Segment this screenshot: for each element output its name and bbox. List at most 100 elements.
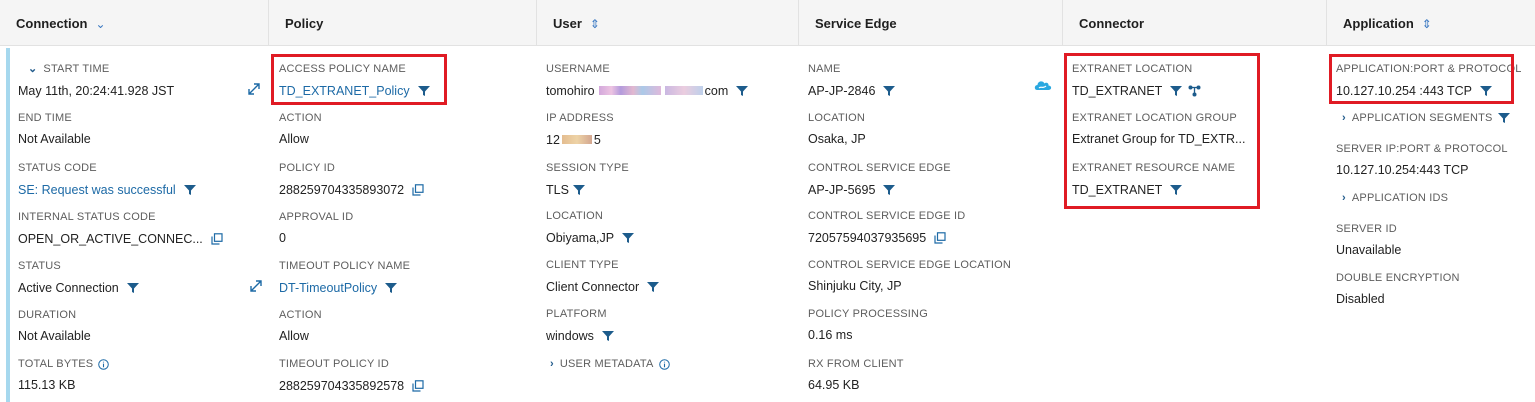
control-service-edge-location-value: Shinjuku City, JP bbox=[808, 279, 902, 293]
redacted-text bbox=[664, 86, 703, 96]
filter-icon[interactable] bbox=[601, 330, 614, 342]
field-label: USERNAME bbox=[546, 63, 610, 75]
duration-value: Not Available bbox=[18, 329, 91, 343]
filter-icon[interactable] bbox=[183, 184, 196, 196]
filter-icon[interactable] bbox=[572, 184, 585, 196]
end-time-field: END TIME Not Available bbox=[18, 111, 91, 147]
column-header-service-edge[interactable]: Service Edge bbox=[799, 0, 1063, 46]
field-label: CONTROL SERVICE EDGE LOCATION bbox=[808, 259, 1012, 271]
field-label: ACTION bbox=[279, 112, 322, 124]
column-header-application[interactable]: Application ⇕ bbox=[1327, 0, 1535, 46]
filter-icon[interactable] bbox=[385, 282, 398, 294]
internal-status-code-value: OPEN_OR_ACTIVE_CONNEC... bbox=[18, 231, 203, 246]
field-label: SERVER ID bbox=[1336, 223, 1397, 235]
field-label: DOUBLE ENCRYPTION bbox=[1336, 272, 1460, 284]
copy-icon[interactable] bbox=[934, 231, 946, 244]
control-service-edge-id-value: 72057594037935695 bbox=[808, 230, 927, 245]
policy-id-value: 288259704335893072 bbox=[279, 182, 405, 197]
control-service-edge-value: AP-JP-5695 bbox=[808, 182, 876, 197]
copy-icon[interactable] bbox=[412, 183, 424, 196]
app-ids-toggle[interactable]: › APPLICATION IDS bbox=[1342, 191, 1448, 205]
chevron-right-icon: › bbox=[1342, 192, 1346, 204]
action2-field: ACTION Allow bbox=[279, 308, 322, 344]
field-label: SERVER IP:PORT & PROTOCOL bbox=[1336, 143, 1508, 155]
platform-field: PLATFORM windows bbox=[546, 307, 614, 343]
filter-icon[interactable] bbox=[126, 282, 139, 294]
filter-icon[interactable] bbox=[1497, 112, 1510, 124]
server-id-value: Unavailable bbox=[1336, 243, 1402, 257]
se-name-field: NAME AP-JP-2846 bbox=[808, 62, 896, 98]
status-code-field: STATUS CODE SE: Request was successful bbox=[18, 161, 196, 197]
field-label: END TIME bbox=[18, 112, 72, 124]
expand-icon[interactable] bbox=[250, 279, 262, 297]
field-label: STATUS CODE bbox=[18, 162, 97, 174]
client-type-value: Client Connector bbox=[546, 279, 640, 294]
field-label: APPROVAL ID bbox=[279, 211, 354, 223]
field-label: CONTROL SERVICE EDGE bbox=[808, 162, 951, 174]
column-header-label: Service Edge bbox=[815, 16, 897, 31]
timeout-policy-name-link[interactable]: DT-TimeoutPolicy bbox=[279, 280, 377, 296]
field-label: TIMEOUT POLICY ID bbox=[279, 358, 389, 370]
field-label: APPLICATION IDS bbox=[1351, 192, 1449, 204]
policy-processing-value: 0.16 ms bbox=[808, 328, 853, 342]
ip-suffix: 5 bbox=[593, 132, 601, 147]
filter-icon[interactable] bbox=[883, 85, 896, 97]
column-header-policy[interactable]: Policy bbox=[269, 0, 537, 46]
user-metadata-toggle[interactable]: › USER METADATA bbox=[546, 357, 670, 371]
sort-chevron-down-icon[interactable]: ⌄ bbox=[96, 17, 106, 31]
server-ip-value: 10.127.10.254:443 TCP bbox=[1336, 163, 1469, 177]
platform-value: windows bbox=[546, 328, 594, 343]
filter-icon[interactable] bbox=[883, 184, 896, 196]
timeout-policy-id-value: 288259704335892578 bbox=[279, 378, 405, 393]
field-label: PLATFORM bbox=[546, 308, 607, 320]
filter-icon[interactable] bbox=[647, 281, 660, 293]
sort-updown-icon[interactable]: ⇕ bbox=[1422, 17, 1432, 31]
ip-address-field: IP ADDRESS 12 5 bbox=[546, 111, 614, 147]
policy-processing-field: POLICY PROCESSING 0.16 ms bbox=[808, 307, 928, 343]
duration-field: DURATION Not Available bbox=[18, 308, 91, 344]
start-time-value: May 11th, 20:24:41.928 JST bbox=[18, 83, 175, 98]
redacted-text bbox=[598, 86, 661, 96]
server-id-field: SERVER ID Unavailable bbox=[1336, 222, 1401, 258]
row-accent-bar bbox=[6, 48, 10, 402]
approval-id-field: APPROVAL ID 0 bbox=[279, 210, 353, 246]
start-time-toggle[interactable]: ⌄ START TIME bbox=[18, 62, 174, 76]
total-bytes-value: 115.13 KB bbox=[18, 378, 76, 392]
info-icon[interactable] bbox=[98, 358, 110, 370]
expand-icon[interactable] bbox=[248, 82, 260, 100]
location-field: LOCATION Obiyama,JP bbox=[546, 209, 635, 245]
field-label: USER METADATA bbox=[559, 358, 654, 370]
status-code-link[interactable]: SE: Request was successful bbox=[18, 182, 176, 198]
filter-icon[interactable] bbox=[622, 232, 635, 244]
column-header-connector[interactable]: Connector bbox=[1063, 0, 1327, 46]
control-service-edge-field: CONTROL SERVICE EDGE AP-JP-5695 bbox=[808, 161, 951, 197]
field-label: POLICY ID bbox=[279, 162, 336, 174]
total-bytes-field: TOTAL BYTES 115.13 KB bbox=[18, 357, 110, 393]
column-header-label: Policy bbox=[285, 16, 324, 31]
highlight-box-access-policy bbox=[271, 54, 447, 105]
copy-icon[interactable] bbox=[412, 379, 424, 392]
field-label: RX FROM CLIENT bbox=[808, 358, 904, 370]
action-field: ACTION Allow bbox=[279, 111, 322, 147]
info-icon[interactable] bbox=[658, 358, 670, 370]
redacted-text bbox=[561, 135, 592, 145]
field-label: LOCATION bbox=[808, 112, 866, 124]
column-header-user[interactable]: User ⇕ bbox=[537, 0, 799, 46]
highlight-box-connector bbox=[1064, 53, 1260, 209]
column-header-label: Connector bbox=[1079, 16, 1144, 31]
status-field: STATUS Active Connection bbox=[18, 259, 139, 295]
field-label: LOCATION bbox=[546, 210, 604, 222]
double-encryption-value: Disabled bbox=[1336, 292, 1385, 306]
action2-value: Allow bbox=[279, 329, 309, 343]
column-header-connection[interactable]: Connection ⌄ bbox=[0, 0, 269, 46]
username-field: USERNAME tomohiro com bbox=[546, 62, 749, 98]
column-header-label: User bbox=[553, 16, 582, 31]
filter-icon[interactable] bbox=[736, 85, 749, 97]
copy-icon[interactable] bbox=[211, 232, 223, 245]
app-segments-toggle[interactable]: › APPLICATION SEGMENTS bbox=[1342, 111, 1510, 125]
sort-updown-icon[interactable]: ⇕ bbox=[590, 17, 600, 31]
session-type-value: TLS bbox=[546, 182, 569, 197]
field-label: STATUS bbox=[18, 260, 61, 272]
se-location-value: Osaka, JP bbox=[808, 132, 866, 146]
field-label: SESSION TYPE bbox=[546, 162, 629, 174]
